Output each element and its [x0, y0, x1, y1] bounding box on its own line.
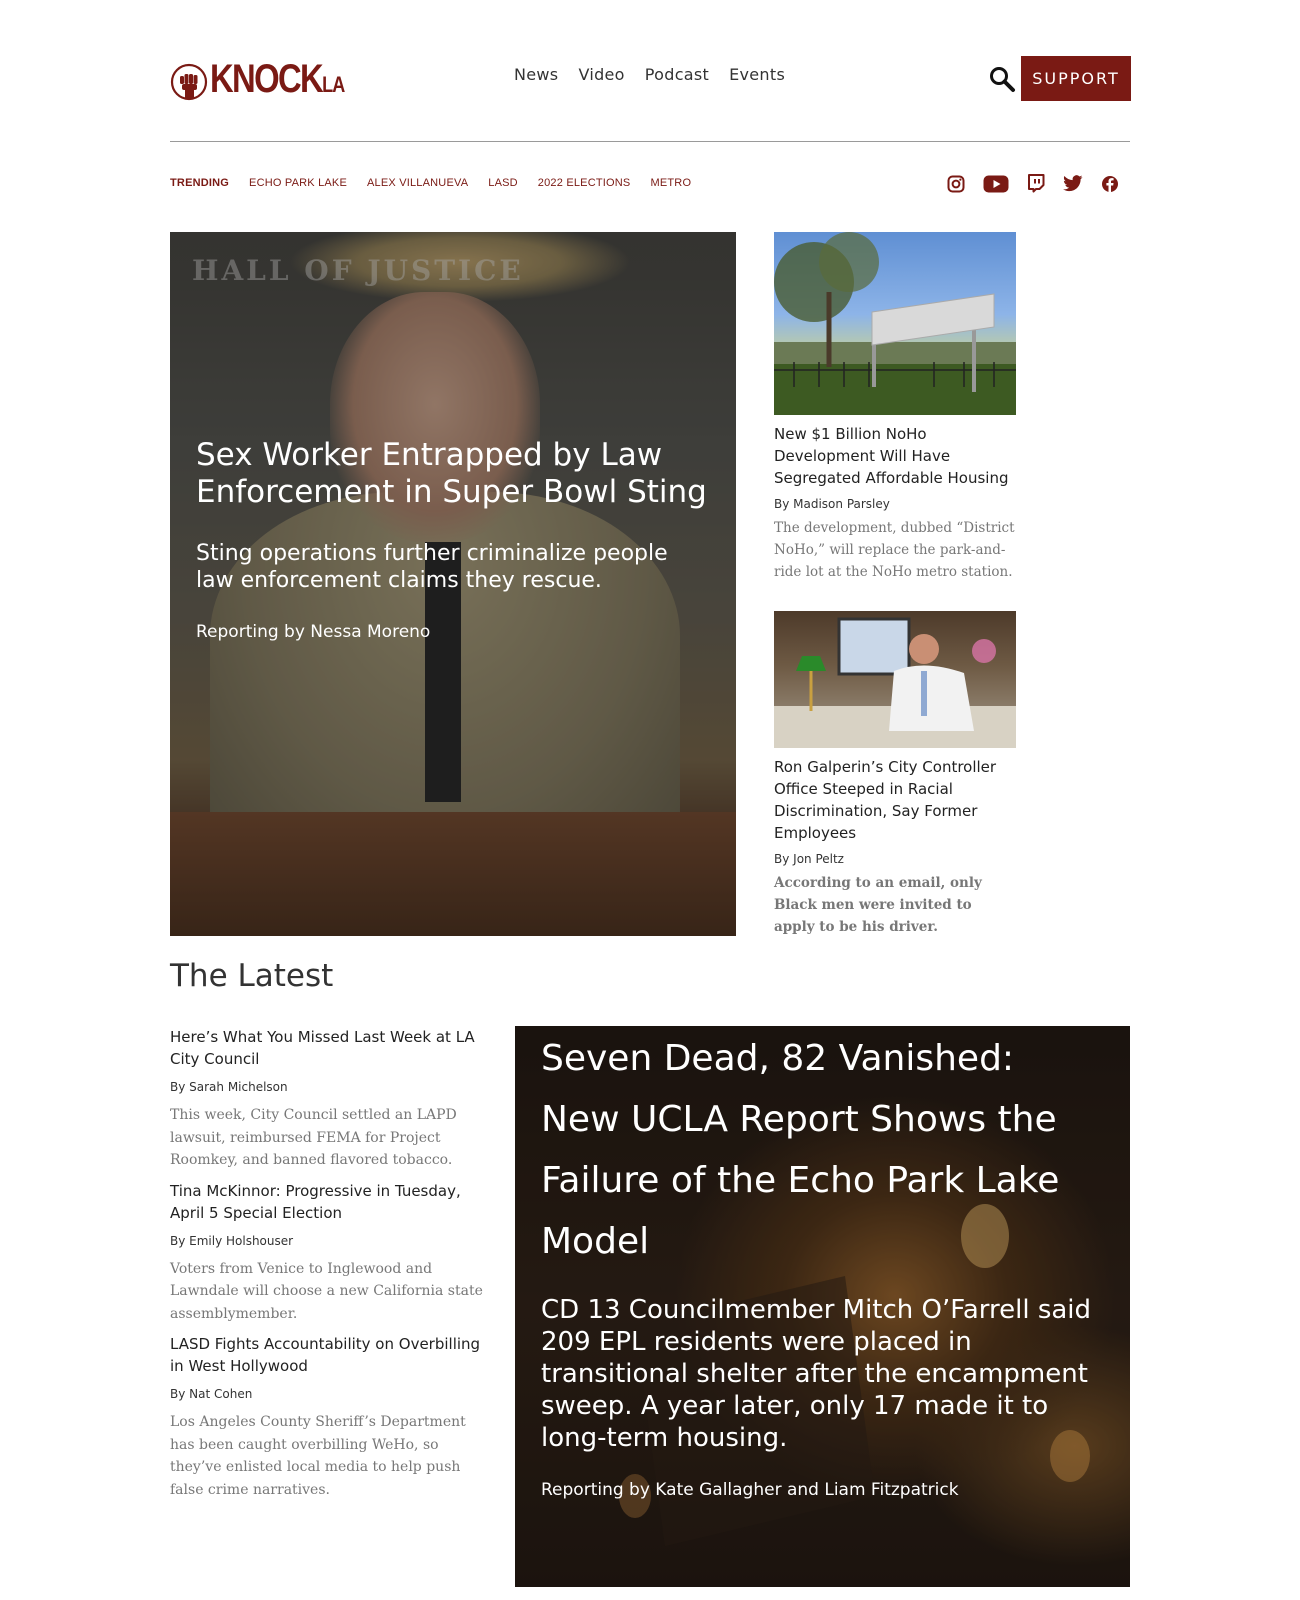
nav-news[interactable]: News	[514, 65, 558, 84]
side-story: Ron Galperin’s City Controller Office St…	[774, 611, 1016, 938]
featured-byline: Reporting by Kate Gallagher and Liam Fit…	[541, 1480, 959, 1500]
nav-podcast[interactable]: Podcast	[645, 65, 709, 84]
list-item-byline: By Sarah Michelson	[170, 1080, 288, 1094]
list-item: Tina McKinnor: Progressive in Tuesday, A…	[170, 1180, 485, 1326]
side-story-title[interactable]: Ron Galperin’s City Controller Office St…	[774, 756, 1016, 844]
hero-title[interactable]: Sex Worker Entrapped by Law Enforcement …	[196, 437, 716, 511]
facebook-icon[interactable]	[1101, 175, 1119, 193]
search-icon[interactable]	[988, 65, 1016, 93]
main-nav: News Video Podcast Events	[514, 65, 785, 84]
side-story-description: The development, dubbed “District NoHo,”…	[774, 520, 1015, 580]
featured-title[interactable]: Seven Dead, 82 Vanished: New UCLA Report…	[541, 1028, 1101, 1272]
trending-link-metro[interactable]: METRO	[650, 177, 691, 189]
logo-wordmark: KNOCKLA	[210, 57, 345, 101]
featured-story[interactable]: Seven Dead, 82 Vanished: New UCLA Report…	[515, 1026, 1130, 1587]
trending-link-2022-elections[interactable]: 2022 ELECTIONS	[538, 177, 631, 189]
twitter-icon[interactable]	[1063, 175, 1083, 192]
latest-list: Here’s What You Missed Last Week at LA C…	[170, 1026, 485, 1509]
twitch-icon[interactable]	[1027, 174, 1045, 193]
list-item-byline: By Emily Holshouser	[170, 1233, 294, 1248]
trending-link-lasd[interactable]: LASD	[488, 177, 518, 189]
nav-video[interactable]: Video	[578, 65, 624, 84]
list-item-title[interactable]: Tina McKinnor: Progressive in Tuesday, A…	[170, 1180, 485, 1224]
social-links	[947, 174, 1119, 193]
header-divider	[170, 141, 1130, 142]
featured-subtitle: CD 13 Councilmember Mitch O’Farrell said…	[541, 1295, 1092, 1453]
trending-link-echo-park-lake[interactable]: ECHO PARK LAKE	[249, 177, 347, 189]
side-story: New $1 Billion NoHo Development Will Hav…	[774, 232, 1016, 583]
trending-label: TRENDING	[170, 177, 230, 189]
side-story-image[interactable]	[774, 611, 1016, 748]
list-item-description: Los Angeles County Sheriff’s Department …	[170, 1414, 466, 1498]
side-story-byline: By Jon Peltz	[774, 852, 844, 866]
side-story-image[interactable]	[774, 232, 1016, 415]
list-item: LASD Fights Accountability on Overbillin…	[170, 1333, 485, 1501]
list-item-byline: By Nat Cohen	[170, 1387, 253, 1401]
instagram-icon[interactable]	[947, 175, 965, 193]
section-heading-latest: The Latest	[170, 958, 334, 994]
youtube-icon[interactable]	[983, 175, 1009, 193]
hero-subtitle: Sting operations further criminalize peo…	[196, 541, 668, 593]
trending-link-alex-villanueva[interactable]: ALEX VILLANUEVA	[367, 177, 468, 189]
list-item: Here’s What You Missed Last Week at LA C…	[170, 1026, 485, 1172]
hero-byline: Reporting by Nessa Moreno	[196, 622, 431, 642]
side-story-byline: By Madison Parsley	[774, 497, 890, 511]
fist-logo-icon	[170, 63, 208, 101]
nav-events[interactable]: Events	[729, 65, 785, 84]
list-item-description: Voters from Venice to Inglewood and Lawn…	[170, 1260, 483, 1322]
support-button[interactable]: SUPPORT	[1021, 56, 1131, 101]
office-desk-image	[774, 617, 1016, 748]
site-header: KNOCKLA News Video Podcast Events SUPPOR…	[170, 55, 1131, 101]
trending-bar: TRENDING ECHO PARK LAKE ALEX VILLANUEVA …	[170, 177, 691, 189]
list-item-title[interactable]: Here’s What You Missed Last Week at LA C…	[170, 1026, 485, 1070]
list-item-title[interactable]: LASD Fights Accountability on Overbillin…	[170, 1333, 485, 1377]
hero-story[interactable]: HALL OF JUSTICE Sex Worker Entrapped by …	[170, 232, 736, 936]
list-item-description: This week, City Council settled an LAPD …	[170, 1107, 457, 1168]
parking-sign-image	[774, 232, 1016, 415]
side-story-title[interactable]: New $1 Billion NoHo Development Will Hav…	[774, 423, 1016, 489]
side-story-description: According to an email, only Black men we…	[774, 875, 982, 935]
site-logo[interactable]: KNOCKLA	[170, 59, 374, 105]
